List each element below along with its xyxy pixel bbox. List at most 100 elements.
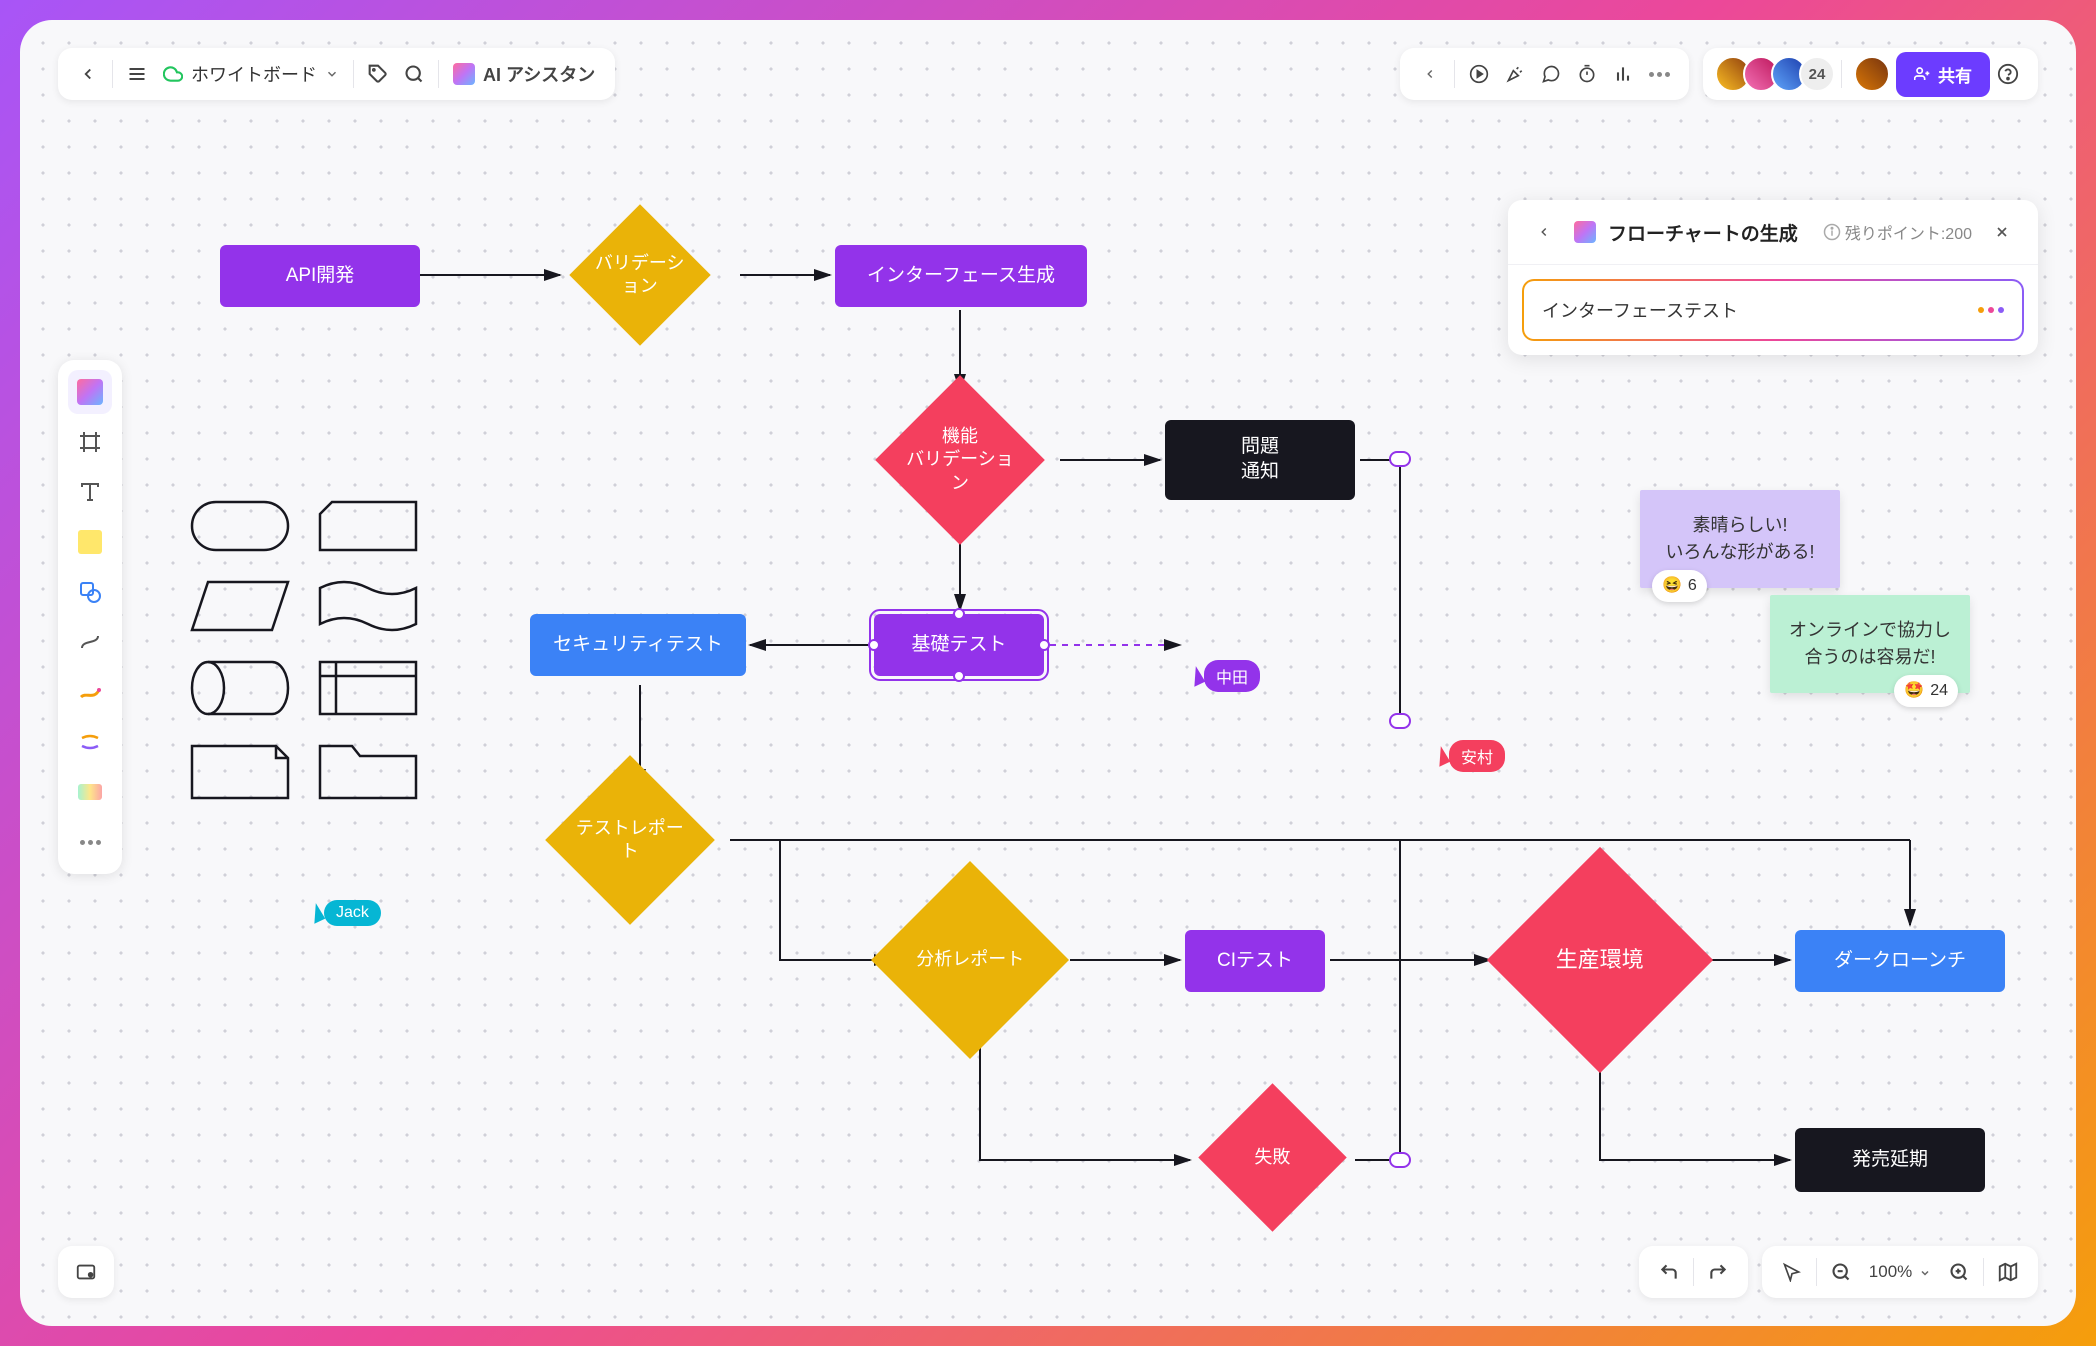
node-func-validation-label: 機能 バリデーション [900, 425, 1020, 495]
reaction-1[interactable]: 😆 6 [1652, 570, 1707, 602]
sticky-note-2-line2: 合うのは容易だ! [1786, 644, 1954, 671]
node-func-validation[interactable]: 機能 バリデーション [875, 375, 1045, 545]
ai-back-button[interactable] [1526, 214, 1562, 250]
frame-icon [78, 430, 102, 454]
undo-button[interactable] [1651, 1254, 1687, 1290]
search-button[interactable] [396, 56, 432, 92]
node-prod-env[interactable]: 生産環境 [1487, 847, 1713, 1073]
shape-card[interactable] [318, 500, 418, 552]
node-test-report[interactable]: テストレポート [545, 755, 715, 925]
poll-button[interactable] [1605, 56, 1641, 92]
node-issue-notify[interactable]: 問題 通知 [1165, 420, 1355, 500]
shape-note[interactable] [190, 744, 290, 800]
avatar-group[interactable]: 24 [1715, 56, 1835, 92]
shape-internal-storage[interactable] [318, 660, 418, 716]
ai-points-hint: 残りポイント:200 [1823, 220, 1972, 244]
node-ci-test[interactable]: CIテスト [1185, 930, 1325, 992]
avatar-overflow-count: 24 [1799, 56, 1835, 92]
sticky-note-1-line2: いろんな形がある! [1656, 539, 1824, 566]
shape-palette [190, 500, 418, 800]
zoom-level-label: 100% [1869, 1262, 1912, 1281]
reaction-2[interactable]: 🤩 24 [1894, 675, 1958, 707]
shape-terminator[interactable] [190, 500, 290, 552]
shape-wave[interactable] [318, 580, 418, 632]
node-interface-gen[interactable]: インターフェース生成 [835, 245, 1087, 307]
help-button[interactable] [1990, 56, 2026, 92]
shape-parallelogram[interactable] [190, 580, 290, 632]
node-failure-label: 失敗 [1220, 1146, 1325, 1169]
pointer-button[interactable] [1774, 1254, 1810, 1290]
ai-logo-icon [1574, 221, 1596, 243]
play-button[interactable] [1461, 56, 1497, 92]
cursor-jack: Jack [310, 900, 381, 926]
node-analysis-report-label: 分析レポート [900, 948, 1040, 971]
resize-handle-left[interactable] [868, 639, 880, 651]
redo-button[interactable] [1700, 1254, 1736, 1290]
zoom-out-button[interactable] [1823, 1254, 1859, 1290]
chevron-down-icon [1919, 1267, 1931, 1279]
shape-folder[interactable] [318, 744, 418, 800]
resize-handle-top[interactable] [953, 608, 965, 620]
node-prod-env-label: 生産環境 [1520, 946, 1680, 975]
comment-button[interactable] [1533, 56, 1569, 92]
resize-handle-bottom[interactable] [953, 670, 965, 682]
ai-panel: フローチャートの生成 残りポイント:200 インターフェーステスト [1508, 200, 2038, 355]
chevron-left-button[interactable] [1412, 56, 1448, 92]
zoom-level-dropdown[interactable]: 100% [1863, 1262, 1937, 1282]
tool-pen[interactable] [68, 670, 112, 714]
ai-close-button[interactable] [1984, 214, 2020, 250]
tag-button[interactable] [360, 56, 396, 92]
tool-text[interactable] [68, 470, 112, 514]
laugh-emoji: 😆 [1662, 574, 1682, 598]
node-failure[interactable]: 失敗 [1198, 1083, 1346, 1231]
back-button[interactable] [70, 56, 106, 92]
location-button[interactable] [70, 1254, 102, 1290]
left-toolbar [58, 360, 122, 874]
mindmap-icon [78, 730, 102, 754]
shape-cylinder[interactable] [190, 660, 290, 716]
timer-button[interactable] [1569, 56, 1605, 92]
ai-logo-icon [453, 63, 475, 85]
node-basic-test[interactable]: 基礎テスト [874, 614, 1044, 676]
minimap-button[interactable] [1990, 1254, 2026, 1290]
templates-icon [77, 379, 103, 405]
ai-assistant-label: AI アシスタン [483, 61, 595, 87]
node-api-dev[interactable]: API開発 [220, 245, 420, 307]
node-validation[interactable]: バリデーション [569, 204, 710, 345]
sticky-note-1[interactable]: 素晴らしい! いろんな形がある! 😆 6 [1640, 490, 1840, 588]
cursor-yasumura: 安村 [1435, 740, 1505, 772]
board-name-dropdown[interactable]: ホワイトボード [155, 61, 347, 87]
more-button[interactable] [1641, 56, 1677, 92]
tool-connector[interactable] [68, 620, 112, 664]
zoom-in-button[interactable] [1941, 1254, 1977, 1290]
node-basic-test-label: 基礎テスト [911, 633, 1006, 658]
tool-more[interactable] [68, 820, 112, 864]
sticky-note-2-line1: オンラインで協力し [1786, 617, 1954, 644]
cursor-nakata: 中田 [1190, 660, 1260, 692]
resize-handle-right[interactable] [1038, 639, 1050, 651]
avatar-self[interactable] [1854, 56, 1890, 92]
node-analysis-report[interactable]: 分析レポート [871, 861, 1069, 1059]
node-validation-label: バリデーション [590, 252, 690, 299]
menu-button[interactable] [119, 56, 155, 92]
share-button[interactable]: 共有 [1896, 52, 1990, 97]
ai-assistant-button[interactable]: AI アシスタン [445, 61, 603, 87]
sticky-note-1-line1: 素晴らしい! [1656, 512, 1824, 539]
confetti-button[interactable] [1497, 56, 1533, 92]
board-name-label: ホワイトボード [191, 61, 317, 87]
more-icon [80, 840, 101, 845]
node-release-delay[interactable]: 発売延期 [1795, 1128, 1985, 1192]
tool-shape[interactable] [68, 570, 112, 614]
tool-card[interactable] [68, 770, 112, 814]
node-security-test[interactable]: セキュリティテスト [530, 614, 746, 676]
tool-templates[interactable] [68, 370, 112, 414]
tool-sticky[interactable] [68, 520, 112, 564]
tool-mindmap[interactable] [68, 720, 112, 764]
sticky-note-2[interactable]: オンラインで協力し 合うのは容易だ! 🤩 24 [1770, 595, 1970, 693]
shape-icon [78, 580, 102, 604]
share-label: 共有 [1938, 62, 1972, 87]
tool-frame[interactable] [68, 420, 112, 464]
ai-prompt-input[interactable]: インターフェーステスト [1522, 279, 2024, 341]
ai-panel-title: フローチャートの生成 [1608, 219, 1811, 246]
node-dark-launch[interactable]: ダークローンチ [1795, 930, 2005, 992]
